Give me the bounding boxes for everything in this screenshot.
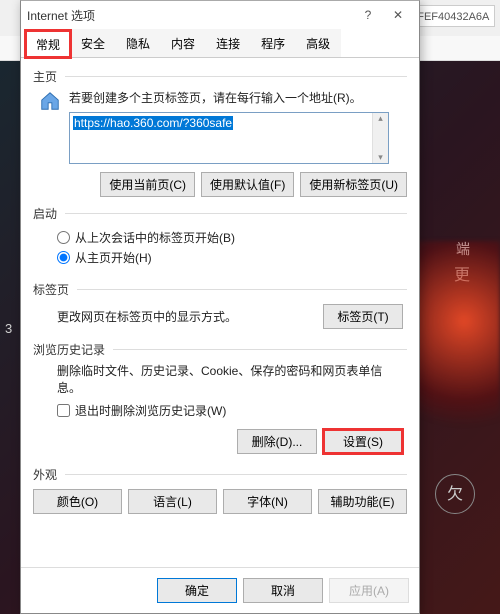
home-icon bbox=[39, 90, 61, 112]
bg-text: 更 bbox=[454, 261, 470, 285]
checkbox-label: 退出时删除浏览历史记录(W) bbox=[75, 402, 226, 419]
tab-connections[interactable]: 连接 bbox=[205, 29, 251, 57]
history-desc: 删除临时文件、历史记录、Cookie、保存的密码和网页表单信息。 bbox=[57, 362, 403, 396]
history-settings-button[interactable]: 设置(S) bbox=[323, 429, 403, 454]
startup-home[interactable]: 从主页开始(H) bbox=[57, 249, 403, 266]
dialog-content: 主页 若要创建多个主页标签页，请在每行输入一个地址(R)。 https://ha… bbox=[21, 58, 419, 567]
group-startup: 启动 从上次会话中的标签页开始(B) 从主页开始(H) bbox=[33, 205, 407, 273]
divider bbox=[65, 76, 407, 77]
delete-on-exit[interactable]: 退出时删除浏览历史记录(W) bbox=[57, 402, 403, 419]
divider bbox=[113, 349, 407, 350]
group-label: 浏览历史记录 bbox=[33, 343, 105, 357]
dialog-title: Internet 选项 bbox=[27, 7, 353, 24]
home-url-input[interactable]: https://hao.360.com/?360safe ▴▾ bbox=[69, 112, 389, 164]
group-history: 浏览历史记录 删除临时文件、历史记录、Cookie、保存的密码和网页表单信息。 … bbox=[33, 341, 407, 458]
colors-button[interactable]: 颜色(O) bbox=[33, 489, 122, 514]
home-desc: 若要创建多个主页标签页，请在每行输入一个地址(R)。 bbox=[69, 89, 407, 106]
delete-on-exit-checkbox[interactable] bbox=[57, 404, 70, 417]
use-newtab-button[interactable]: 使用新标签页(U) bbox=[300, 172, 407, 197]
internet-options-dialog: Internet 选项 ? ✕ 常规 安全 隐私 内容 连接 程序 高级 主页 … bbox=[20, 0, 420, 614]
accessibility-button[interactable]: 辅助功能(E) bbox=[318, 489, 407, 514]
divider bbox=[65, 213, 407, 214]
tab-content[interactable]: 内容 bbox=[160, 29, 206, 57]
tabs-desc: 更改网页在标签页中的显示方式。 bbox=[57, 308, 237, 325]
startup-last-session[interactable]: 从上次会话中的标签页开始(B) bbox=[57, 229, 403, 246]
languages-button[interactable]: 语言(L) bbox=[128, 489, 217, 514]
group-appearance: 外观 颜色(O) 语言(L) 字体(N) 辅助功能(E) bbox=[33, 466, 407, 514]
tab-advanced[interactable]: 高级 bbox=[295, 29, 341, 57]
group-label: 标签页 bbox=[33, 283, 69, 297]
use-current-button[interactable]: 使用当前页(C) bbox=[100, 172, 195, 197]
use-default-button[interactable]: 使用默认值(F) bbox=[201, 172, 294, 197]
home-url-value: https://hao.360.com/?360safe bbox=[73, 116, 233, 130]
radio-home[interactable] bbox=[57, 251, 70, 264]
help-button[interactable]: ? bbox=[353, 8, 383, 22]
delete-history-button[interactable]: 删除(D)... bbox=[237, 429, 317, 454]
tabs-settings-button[interactable]: 标签页(T) bbox=[323, 304, 403, 329]
bg-text: 3 bbox=[5, 321, 12, 336]
group-label: 启动 bbox=[33, 207, 57, 221]
scrollbar[interactable]: ▴▾ bbox=[372, 113, 388, 163]
titlebar: Internet 选项 ? ✕ bbox=[21, 1, 419, 29]
radio-last-session[interactable] bbox=[57, 231, 70, 244]
tab-strip: 常规 安全 隐私 内容 连接 程序 高级 bbox=[21, 29, 419, 58]
group-label: 主页 bbox=[33, 70, 57, 84]
ok-button[interactable]: 确定 bbox=[157, 578, 237, 603]
group-label: 外观 bbox=[33, 468, 57, 482]
tab-security[interactable]: 安全 bbox=[70, 29, 116, 57]
tab-programs[interactable]: 程序 bbox=[250, 29, 296, 57]
group-tabs: 标签页 更改网页在标签页中的显示方式。 标签页(T) bbox=[33, 281, 407, 333]
dialog-footer: 确定 取消 应用(A) bbox=[21, 567, 419, 613]
radio-label: 从主页开始(H) bbox=[75, 249, 152, 266]
bg-text: 端 bbox=[456, 239, 470, 259]
group-home: 主页 若要创建多个主页标签页，请在每行输入一个地址(R)。 https://ha… bbox=[33, 68, 407, 197]
divider bbox=[77, 289, 407, 290]
divider bbox=[65, 474, 407, 475]
bg-round-button[interactable]: 欠 bbox=[435, 474, 475, 514]
close-button[interactable]: ✕ bbox=[383, 8, 413, 22]
apply-button[interactable]: 应用(A) bbox=[329, 578, 409, 603]
tab-privacy[interactable]: 隐私 bbox=[115, 29, 161, 57]
fonts-button[interactable]: 字体(N) bbox=[223, 489, 312, 514]
tab-general[interactable]: 常规 bbox=[25, 30, 71, 58]
cancel-button[interactable]: 取消 bbox=[243, 578, 323, 603]
radio-label: 从上次会话中的标签页开始(B) bbox=[75, 229, 235, 246]
